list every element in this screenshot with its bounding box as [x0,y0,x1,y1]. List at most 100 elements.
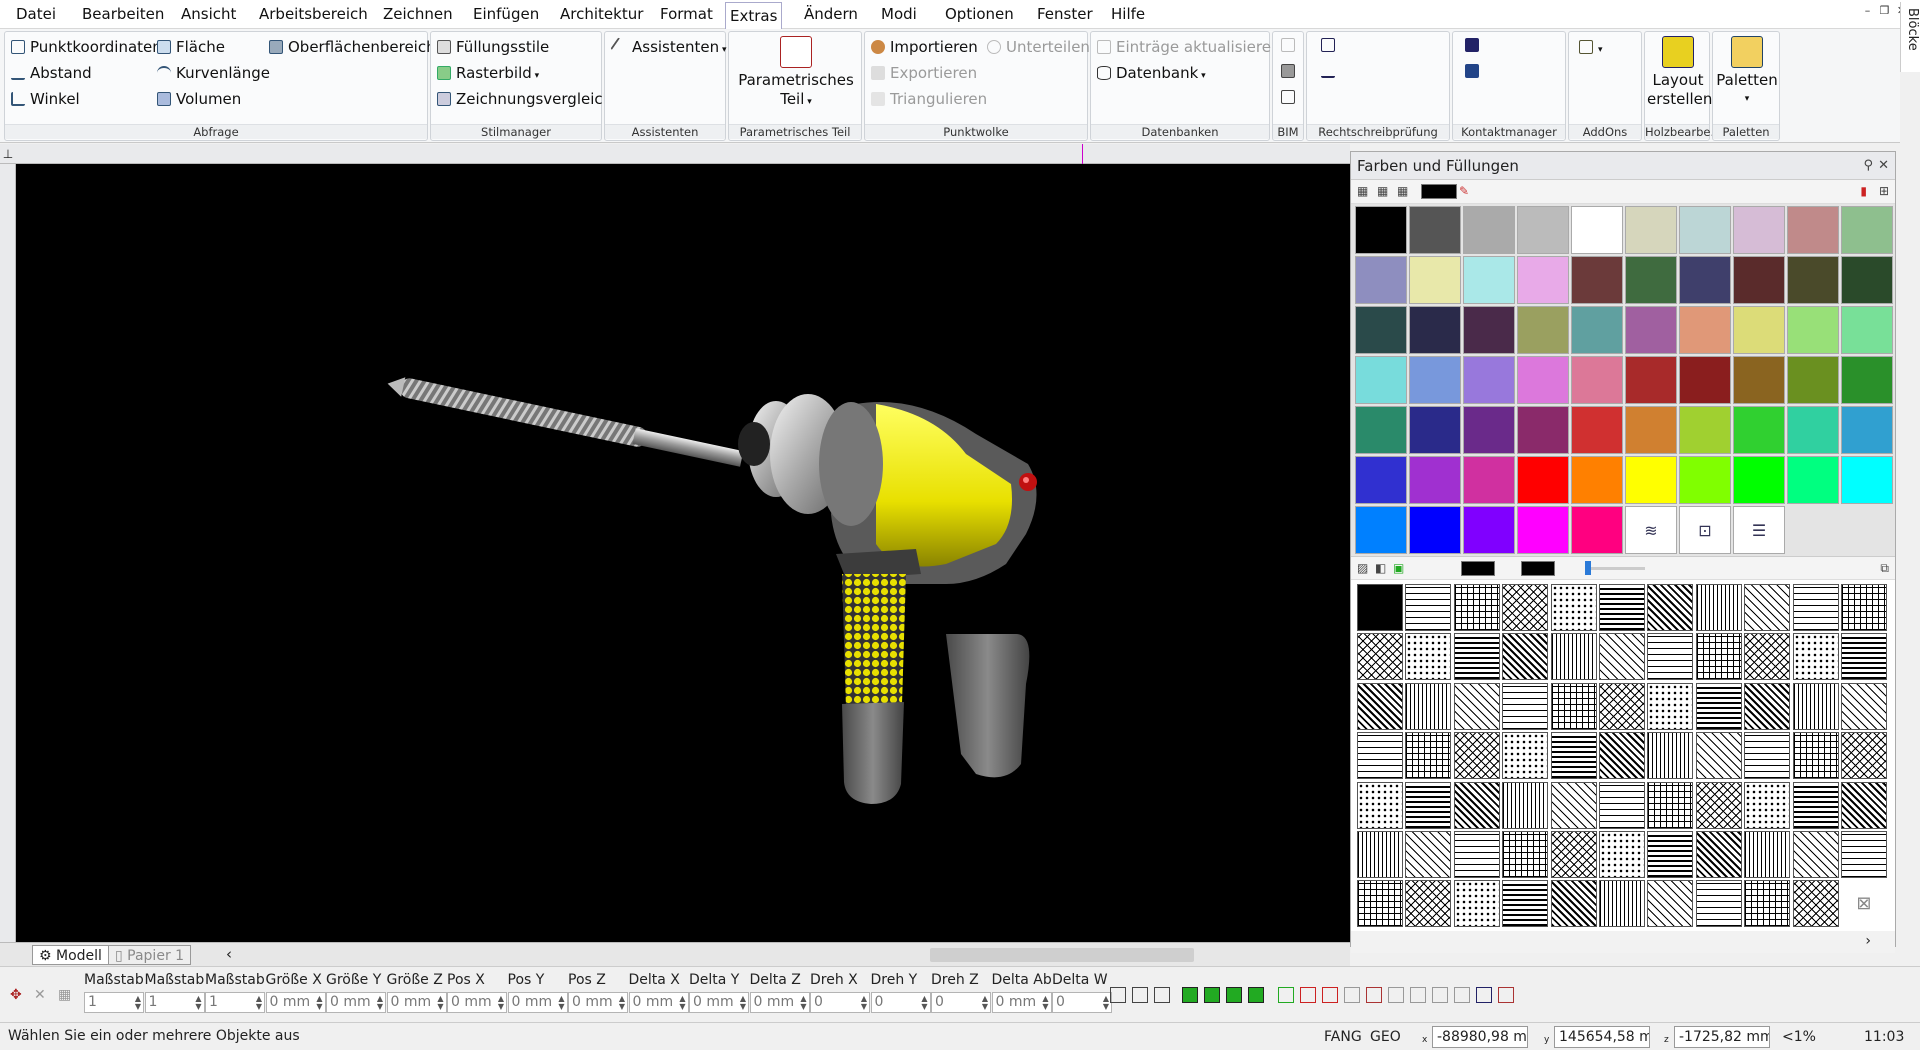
color-swatch[interactable] [1787,256,1839,304]
spinner-icon[interactable]: ▲ ▼ [437,995,443,1011]
fill-pattern[interactable] [1453,633,1500,681]
color-swatch[interactable] [1679,456,1731,504]
align-icon-5[interactable] [1366,987,1382,1003]
color-swatch[interactable] [1409,256,1461,304]
color-swatch[interactable] [1517,206,1569,254]
property-input[interactable]: 0 ▲ ▼ [810,992,870,1013]
color-swatch[interactable] [1517,456,1569,504]
btn-rasterbild[interactable]: Rasterbild ▾ [437,62,539,84]
color-swatch[interactable] [1355,206,1407,254]
btn-parametrisches-teil[interactable]: Parametrisches Teil ▾ [733,36,859,112]
btn-unterteilen[interactable]: Unterteilen [987,36,1090,58]
tab-modell[interactable]: ⚙ Modell [32,945,109,965]
ruler-origin-icon[interactable]: ⊥ [0,144,16,164]
color-swatch[interactable] [1463,306,1515,354]
edit-color-icon[interactable]: ✎ [1459,184,1469,198]
spinner-icon[interactable]: ▲ ▼ [679,995,685,1011]
btn-oberflaechenbereich[interactable]: Oberflächenbereich [269,36,436,58]
color-swatch[interactable] [1463,356,1515,404]
property-input[interactable]: 0 mm ▲ ▼ [689,992,749,1013]
color-swatch[interactable] [1409,206,1461,254]
fill-pattern[interactable] [1550,781,1597,829]
color-swatch[interactable] [1787,206,1839,254]
bim-tool-icon-2[interactable] [1281,64,1295,78]
fill-pattern[interactable] [1695,880,1742,928]
color-swatch[interactable] [1625,456,1677,504]
btn-kurvenlaenge[interactable]: Kurvenlänge [157,62,270,84]
fill-pattern[interactable] [1453,584,1500,631]
btn-importieren[interactable]: Importieren [871,36,978,58]
property-input[interactable]: 0 mm ▲ ▼ [991,992,1052,1013]
fill-pattern[interactable] [1695,633,1742,681]
fill-pattern[interactable] [1695,584,1742,631]
property-input[interactable]: 0 ▲ ▼ [1052,992,1112,1013]
menu-fenster[interactable]: Fenster [1033,0,1097,29]
color-swatch[interactable] [1355,506,1407,554]
color-swatch[interactable] [1787,456,1839,504]
current-color-swatch[interactable] [1421,184,1457,199]
table-icon[interactable]: ▦ [58,987,76,1005]
fill-pattern[interactable] [1647,880,1694,928]
fill-pattern[interactable] [1502,732,1549,780]
color-swatch[interactable] [1733,456,1785,504]
pin-icon[interactable]: ⚲ [1863,152,1873,180]
property-input[interactable]: 1 ▲ ▼ [144,992,205,1013]
fill-pattern[interactable] [1840,732,1887,780]
fill-pattern[interactable] [1502,682,1549,730]
color-swatch[interactable] [1841,306,1893,354]
btn-addons[interactable]: ▾ [1579,36,1603,58]
fill-pattern[interactable] [1550,732,1597,780]
fill-pattern[interactable] [1453,880,1500,928]
btn-eintraege-aktualisieren[interactable]: Einträge aktualisieren [1097,36,1281,58]
color-list-icon[interactable]: ☰ [1733,506,1785,554]
fill-pattern[interactable] [1453,682,1500,730]
fill-pattern[interactable] [1792,830,1839,878]
fill-pattern[interactable] [1647,584,1694,631]
property-input[interactable]: 0 mm ▲ ▼ [326,992,386,1013]
color-swatch[interactable] [1625,356,1677,404]
fill-pattern[interactable] [1598,880,1645,928]
geo-toggle[interactable]: GEO [1370,1029,1401,1045]
menu-arbeitsbereich[interactable]: Arbeitsbereich [255,0,372,29]
view-icon-4[interactable] [1248,987,1264,1003]
property-input[interactable]: 0 mm ▲ ▼ [628,992,689,1013]
color-swatch[interactable] [1463,256,1515,304]
property-input[interactable]: 0 ▲ ▼ [870,992,931,1013]
fill-pattern[interactable] [1598,584,1645,631]
spinner-icon[interactable]: ▲ ▼ [861,995,867,1011]
horizontal-scrollbar-thumb[interactable] [930,948,1194,962]
menu-ansicht[interactable]: Ansicht [177,0,240,29]
fill-pattern[interactable] [1453,830,1500,878]
spinner-icon[interactable]: ▲ ▼ [619,995,625,1011]
color-tool-icon-2[interactable]: ▦ [1377,184,1388,198]
color-swatch[interactable] [1355,356,1407,404]
menu-format[interactable]: Format [656,0,717,29]
color-swatch[interactable] [1625,406,1677,454]
color-swatch[interactable] [1517,256,1569,304]
menu-optionen[interactable]: Optionen [941,0,1018,29]
color-swatch[interactable] [1517,506,1569,554]
menu-bearbeiten[interactable]: Bearbeiten [78,0,168,29]
color-swatch[interactable] [1841,256,1893,304]
fill-tool-icon-3[interactable]: ▣ [1393,561,1404,575]
align-icon-4[interactable] [1344,987,1360,1003]
menu-zeichnen[interactable]: Zeichnen [379,0,457,29]
side-tab-bloecke[interactable]: Blöcke [1900,2,1920,72]
menu-datei[interactable]: Datei [12,0,60,29]
spellcheck-icon[interactable] [1321,38,1335,52]
property-input[interactable]: 0 ▲ ▼ [931,992,991,1013]
fill-tool-icon-2[interactable]: ◧ [1375,561,1386,575]
color-mode-icon[interactable]: ▮ [1860,184,1867,198]
color-swatch[interactable] [1463,456,1515,504]
spinner-icon[interactable]: ▲ ▼ [740,995,746,1011]
color-swatch[interactable] [1679,306,1731,354]
align-icon-7[interactable] [1410,987,1426,1003]
fill-pattern[interactable] [1502,781,1549,829]
btn-winkel[interactable]: Winkel [11,88,80,110]
fill-pattern[interactable] [1502,584,1549,631]
bim-tool-icon-3[interactable] [1281,90,1295,104]
fill-pattern[interactable] [1792,682,1839,730]
chevron-right-icon[interactable]: › [1865,933,1871,949]
fill-pattern[interactable] [1695,781,1742,829]
color-swatch[interactable] [1463,206,1515,254]
